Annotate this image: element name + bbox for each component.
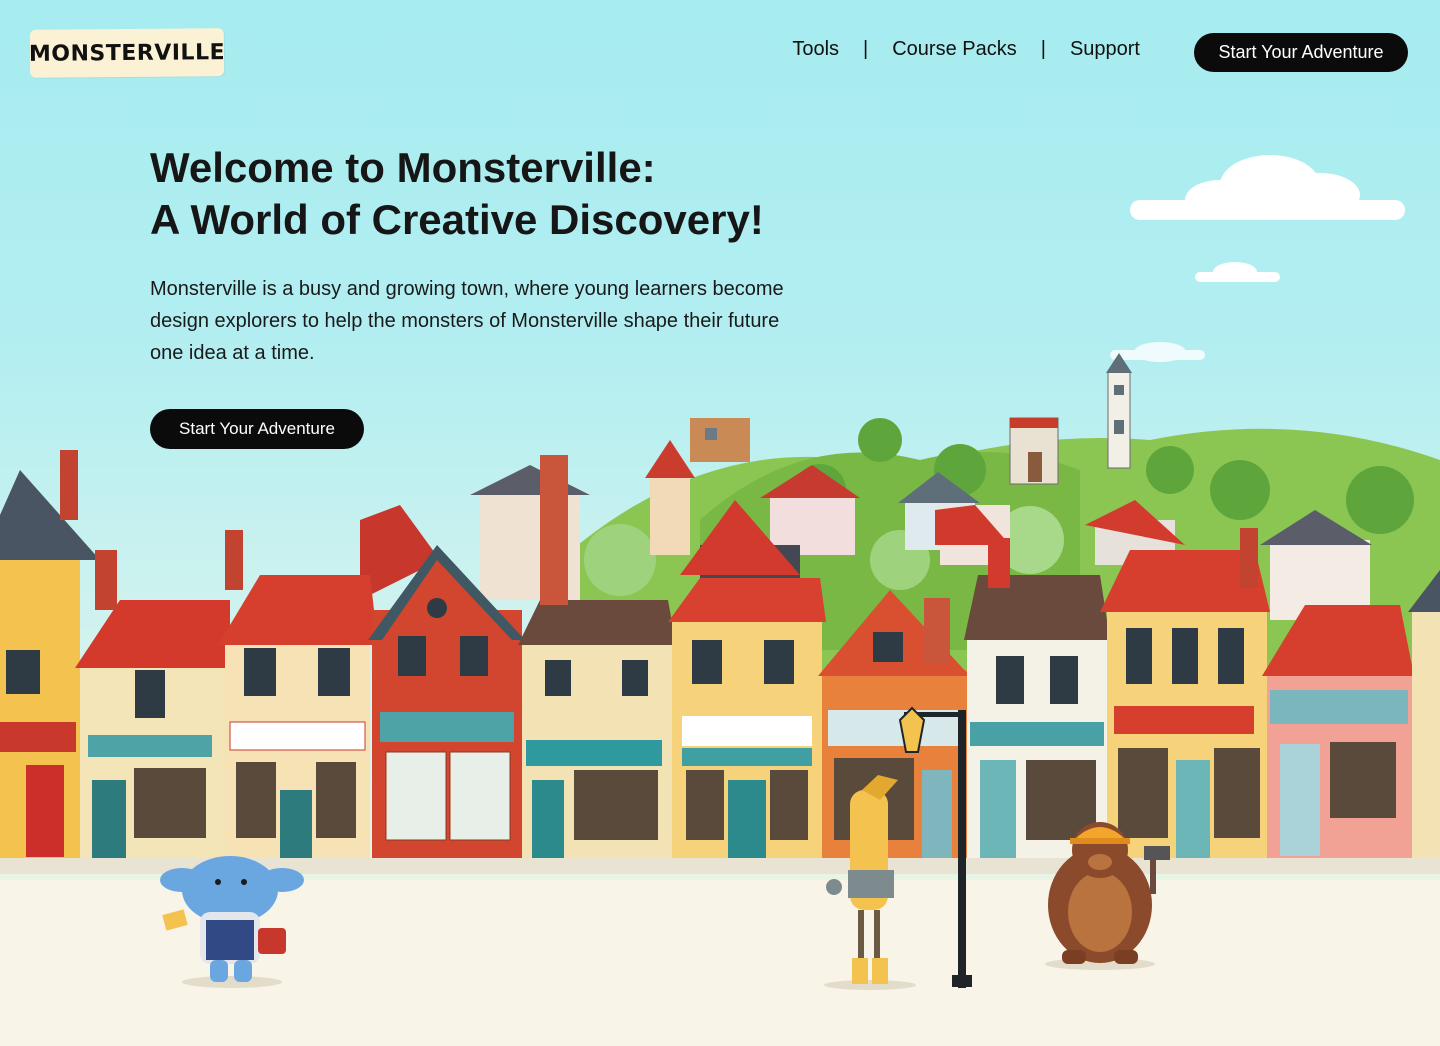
nav-course-packs[interactable]: Course Packs: [892, 38, 1017, 61]
logo-text: MONSTERVILLE: [28, 39, 226, 67]
nav-tools[interactable]: Tools: [792, 38, 839, 61]
hero-title: Welcome to Monsterville: A World of Crea…: [150, 142, 910, 246]
logo[interactable]: MONSTERVILLE: [28, 28, 226, 78]
cloud: [1130, 155, 1405, 220]
main-nav: Tools | Course Packs | Support: [792, 38, 1140, 61]
cloud: [1195, 262, 1280, 282]
box-house: [690, 418, 750, 462]
hero-start-adventure-button[interactable]: Start Your Adventure: [150, 409, 364, 449]
tank-building: [1009, 417, 1059, 485]
header-start-adventure-button[interactable]: Start Your Adventure: [1194, 33, 1408, 72]
hero-title-line2: A World of Creative Discovery!: [150, 196, 764, 243]
hero-description: Monsterville is a busy and growing town,…: [150, 278, 784, 364]
hero-title-line1: Welcome to Monsterville:: [150, 144, 656, 191]
nav-support[interactable]: Support: [1070, 38, 1140, 61]
nav-separator: |: [863, 38, 869, 60]
tower: [1106, 353, 1132, 469]
blue-monster: [160, 856, 304, 988]
nav-separator: |: [1040, 38, 1046, 60]
cloud: [1110, 342, 1205, 362]
